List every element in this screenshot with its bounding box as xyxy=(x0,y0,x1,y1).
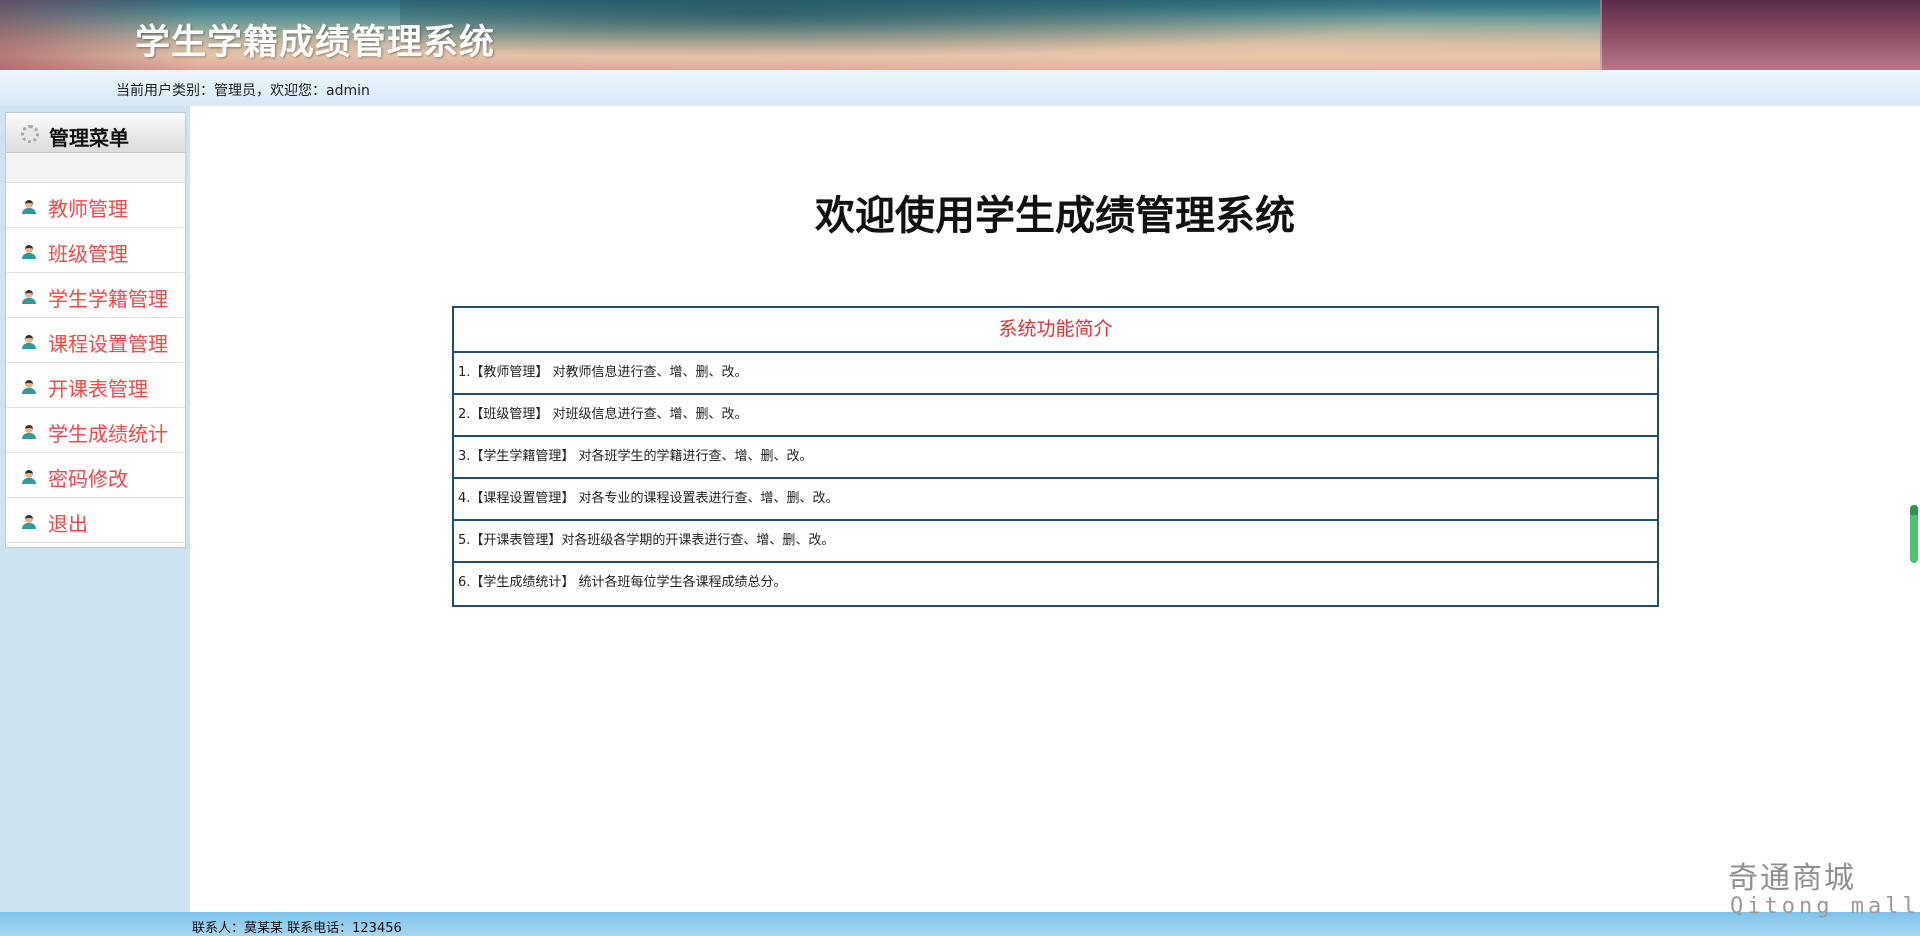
user-bar: 当前用户类别：管理员，欢迎您：admin xyxy=(0,70,1920,106)
welcome-heading: 欢迎使用学生成绩管理系统 xyxy=(815,193,1295,239)
sidebar-item-course-settings[interactable]: 课程设置管理 xyxy=(6,318,185,363)
user-icon xyxy=(22,380,36,394)
sidebar-item-label[interactable]: 课程设置管理 xyxy=(48,328,168,357)
table-row: 6.【学生成绩统计】 统计各班每位学生各课程成绩总分。 xyxy=(458,575,787,590)
banner-image-right xyxy=(1600,0,1920,70)
gear-icon xyxy=(21,125,39,143)
table-row: 1.【教师管理】 对教师信息进行查、增、删、改。 xyxy=(454,353,1657,395)
main-content: 欢迎使用学生成绩管理系统 系统功能简介 1.【教师管理】 对教师信息进行查、增、… xyxy=(190,106,1920,912)
user-icon xyxy=(22,245,36,259)
current-user-info: 当前用户类别：管理员，欢迎您：admin xyxy=(116,83,370,99)
footer: 联系人：莫某某 联系电话：123456 xyxy=(0,912,1920,936)
user-icon xyxy=(22,425,36,439)
user-icon xyxy=(22,200,36,214)
user-icon xyxy=(22,470,36,484)
sidebar-item-label[interactable]: 教师管理 xyxy=(48,193,128,222)
menu-header: 管理菜单 xyxy=(6,113,185,153)
footer-contact: 联系人：莫某某 联系电话：123456 xyxy=(192,921,402,936)
sidebar-item-label[interactable]: 学生成绩统计 xyxy=(48,418,168,447)
user-icon xyxy=(22,515,36,529)
table-row: 4.【课程设置管理】 对各专业的课程设置表进行查、增、删、改。 xyxy=(454,479,1657,521)
sidebar-item-student-records[interactable]: 学生学籍管理 xyxy=(6,273,185,318)
watermark-logo: 奇通商城 xyxy=(1728,861,1856,896)
sidebar: 管理菜单 教师管理 班级管理 学生学籍管理 课程设置管理 开课表管理 学生成绩统… xyxy=(0,106,190,912)
user-icon xyxy=(22,290,36,304)
table-row: 3.【学生学籍管理】 对各班学生的学籍进行查、增、删、改。 xyxy=(454,437,1657,479)
sidebar-item-label[interactable]: 密码修改 xyxy=(48,463,128,492)
sidebar-item-course-schedule[interactable]: 开课表管理 xyxy=(6,363,185,408)
scrollbar-cap xyxy=(1910,505,1918,515)
sidebar-item-change-password[interactable]: 密码修改 xyxy=(6,453,185,498)
table-row: 5.【开课表管理】对各班级各学期的开课表进行查、增、删、改。 xyxy=(454,521,1657,563)
sidebar-item-logout[interactable]: 退出 xyxy=(6,498,185,543)
header-banner: 学生学籍成绩管理系统 xyxy=(0,0,1920,70)
sidebar-item-class-management[interactable]: 班级管理 xyxy=(6,228,185,273)
watermark-logo-sub: Qitong mall xyxy=(1730,894,1920,919)
feature-intro-table: 系统功能简介 1.【教师管理】 对教师信息进行查、增、删、改。 2.【班级管理】… xyxy=(452,306,1659,607)
admin-menu: 管理菜单 教师管理 班级管理 学生学籍管理 课程设置管理 开课表管理 学生成绩统… xyxy=(5,112,186,548)
sidebar-item-label[interactable]: 班级管理 xyxy=(48,238,128,267)
sidebar-item-label[interactable]: 退出 xyxy=(48,508,88,537)
sidebar-item-teacher-management[interactable]: 教师管理 xyxy=(6,183,185,228)
menu-spacer xyxy=(6,153,185,183)
sidebar-item-grade-statistics[interactable]: 学生成绩统计 xyxy=(6,408,185,453)
system-title: 学生学籍成绩管理系统 xyxy=(135,23,496,63)
table-row: 2.【班级管理】 对班级信息进行查、增、删、改。 xyxy=(454,395,1657,437)
sidebar-item-label[interactable]: 学生学籍管理 xyxy=(48,283,168,312)
user-icon xyxy=(22,335,36,349)
feature-intro-title: 系统功能简介 xyxy=(454,308,1657,353)
sidebar-item-label[interactable]: 开课表管理 xyxy=(48,373,148,402)
banner-clouds xyxy=(400,0,1600,70)
menu-title: 管理菜单 xyxy=(49,126,129,150)
